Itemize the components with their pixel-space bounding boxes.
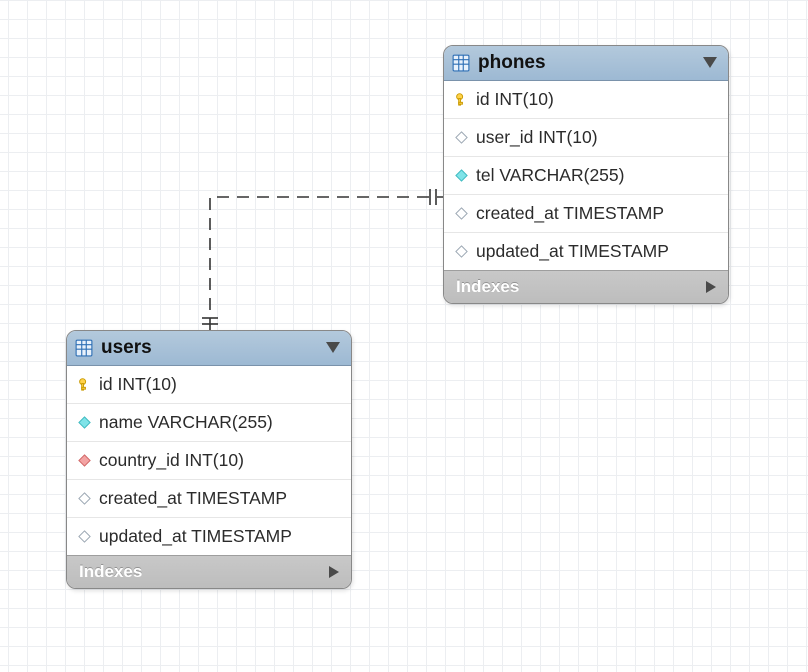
- diamond-open-icon: [77, 491, 92, 506]
- entity-title: users: [101, 337, 317, 359]
- indexes-section[interactable]: Indexes: [67, 555, 351, 588]
- column-label: created_at TIMESTAMP: [99, 488, 287, 509]
- column-row[interactable]: id INT(10): [67, 366, 351, 404]
- column-row[interactable]: user_id INT(10): [444, 119, 728, 157]
- column-label: updated_at TIMESTAMP: [476, 241, 669, 262]
- table-icon: [75, 339, 93, 357]
- diamond-open-icon: [454, 130, 469, 145]
- column-row[interactable]: name VARCHAR(255): [67, 404, 351, 442]
- diamond-open-icon: [454, 206, 469, 221]
- diamond-red-icon: [77, 453, 92, 468]
- diamond-cyan-icon: [77, 415, 92, 430]
- entity-users[interactable]: users id INT(10) name VARCHAR(255) count…: [66, 330, 352, 589]
- column-row[interactable]: tel VARCHAR(255): [444, 157, 728, 195]
- diamond-open-icon: [77, 529, 92, 544]
- diamond-open-icon: [454, 244, 469, 259]
- column-row[interactable]: country_id INT(10): [67, 442, 351, 480]
- column-row[interactable]: updated_at TIMESTAMP: [67, 518, 351, 555]
- primary-key-icon: [77, 377, 92, 392]
- column-label: tel VARCHAR(255): [476, 165, 624, 186]
- column-row[interactable]: created_at TIMESTAMP: [444, 195, 728, 233]
- entity-title: phones: [478, 52, 694, 74]
- entity-header-users[interactable]: users: [67, 331, 351, 366]
- column-row[interactable]: created_at TIMESTAMP: [67, 480, 351, 518]
- column-label: id INT(10): [99, 374, 177, 395]
- expand-right-icon: [327, 565, 341, 579]
- column-label: user_id INT(10): [476, 127, 598, 148]
- indexes-label: Indexes: [456, 277, 519, 297]
- column-label: updated_at TIMESTAMP: [99, 526, 292, 547]
- expand-right-icon: [704, 280, 718, 294]
- collapse-icon[interactable]: [325, 341, 341, 355]
- indexes-label: Indexes: [79, 562, 142, 582]
- column-row[interactable]: id INT(10): [444, 81, 728, 119]
- primary-key-icon: [454, 92, 469, 107]
- column-label: name VARCHAR(255): [99, 412, 273, 433]
- column-label: country_id INT(10): [99, 450, 244, 471]
- column-label: id INT(10): [476, 89, 554, 110]
- column-row[interactable]: updated_at TIMESTAMP: [444, 233, 728, 270]
- column-label: created_at TIMESTAMP: [476, 203, 664, 224]
- diamond-cyan-icon: [454, 168, 469, 183]
- entity-phones[interactable]: phones id INT(10) user_id INT(10) tel VA…: [443, 45, 729, 304]
- table-icon: [452, 54, 470, 72]
- column-list: id INT(10) user_id INT(10) tel VARCHAR(2…: [444, 81, 728, 270]
- collapse-icon[interactable]: [702, 56, 718, 70]
- indexes-section[interactable]: Indexes: [444, 270, 728, 303]
- entity-header-phones[interactable]: phones: [444, 46, 728, 81]
- column-list: id INT(10) name VARCHAR(255) country_id …: [67, 366, 351, 555]
